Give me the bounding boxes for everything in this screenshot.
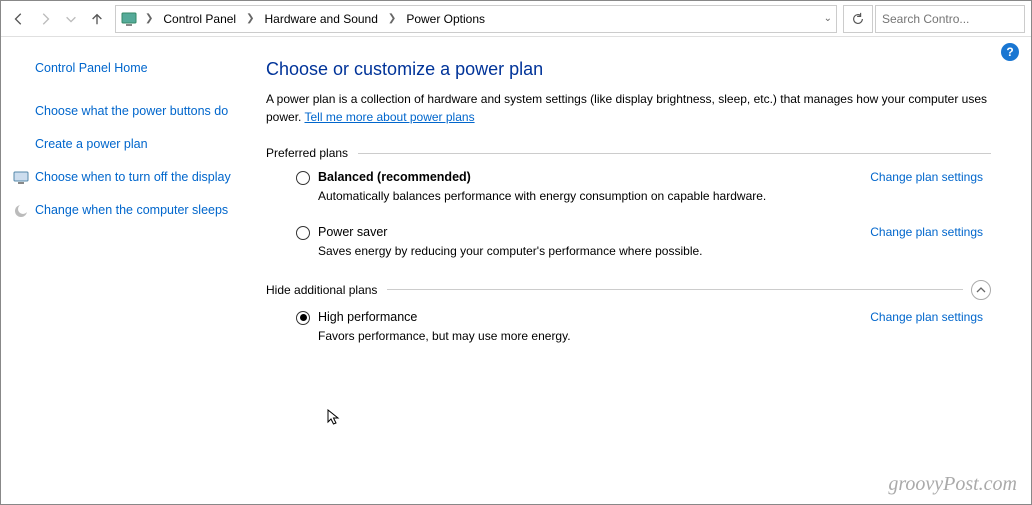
chevron-down-icon[interactable]: ⌄	[824, 13, 832, 24]
plan-name: Power saver	[318, 225, 387, 239]
main-content: ? Choose or customize a power plan A pow…	[256, 37, 1031, 504]
plan-description: Favors performance, but may use more ene…	[318, 328, 991, 345]
control-panel-icon	[120, 10, 138, 28]
recent-dropdown[interactable]	[59, 7, 83, 31]
page-description: A power plan is a collection of hardware…	[266, 90, 991, 126]
section-label: Preferred plans	[266, 146, 358, 160]
plan-description: Automatically balances performance with …	[318, 188, 991, 205]
sidebar: Control Panel Home Choose what the power…	[1, 37, 256, 504]
section-label: Hide additional plans	[266, 283, 387, 297]
refresh-button[interactable]	[843, 5, 873, 33]
breadcrumb-item[interactable]: Hardware and Sound	[262, 10, 381, 28]
change-plan-settings-link[interactable]: Change plan settings	[870, 310, 991, 324]
sidebar-link-sleep[interactable]: Change when the computer sleeps	[35, 202, 244, 219]
plan-description: Saves energy by reducing your computer's…	[318, 243, 991, 260]
chevron-right-icon[interactable]: ❯	[385, 13, 399, 24]
plan-balanced: Balanced (recommended) Change plan setti…	[296, 170, 991, 205]
breadcrumb-item[interactable]: Power Options	[403, 10, 488, 28]
radio-power-saver[interactable]	[296, 226, 310, 240]
tell-me-more-link[interactable]: Tell me more about power plans	[304, 110, 474, 124]
sidebar-link-label: Create a power plan	[35, 137, 148, 151]
watermark: groovyPost.com	[888, 473, 1017, 496]
breadcrumb-item[interactable]: Control Panel	[160, 10, 239, 28]
breadcrumb-box[interactable]: ❯ Control Panel ❯ Hardware and Sound ❯ P…	[115, 5, 837, 33]
plan-name: High performance	[318, 310, 417, 324]
page-title: Choose or customize a power plan	[266, 59, 991, 80]
address-bar: ❯ Control Panel ❯ Hardware and Sound ❯ P…	[1, 1, 1031, 37]
chevron-right-icon[interactable]: ❯	[142, 13, 156, 24]
sidebar-link-label: Choose what the power buttons do	[35, 104, 228, 118]
plan-high-performance: High performance Change plan settings Fa…	[296, 310, 991, 345]
sidebar-link-turn-off-display[interactable]: Choose when to turn off the display	[35, 169, 244, 186]
radio-high-performance[interactable]	[296, 311, 310, 325]
monitor-icon	[13, 170, 29, 186]
change-plan-settings-link[interactable]: Change plan settings	[870, 170, 991, 184]
moon-icon	[13, 203, 29, 219]
radio-balanced[interactable]	[296, 171, 310, 185]
help-button[interactable]: ?	[1001, 43, 1019, 61]
section-header-preferred: Preferred plans	[266, 146, 991, 160]
change-plan-settings-link[interactable]: Change plan settings	[870, 225, 991, 239]
sidebar-link-label: Choose when to turn off the display	[35, 170, 231, 184]
sidebar-link-create-plan[interactable]: Create a power plan	[35, 136, 244, 153]
section-header-additional: Hide additional plans	[266, 280, 991, 300]
plan-name: Balanced (recommended)	[318, 170, 471, 184]
search-input[interactable]	[882, 12, 1032, 26]
up-button[interactable]	[85, 7, 109, 31]
forward-button[interactable]	[33, 7, 57, 31]
collapse-button[interactable]	[971, 280, 991, 300]
control-panel-home-link[interactable]: Control Panel Home	[35, 61, 244, 75]
plan-power-saver: Power saver Change plan settings Saves e…	[296, 225, 991, 260]
sidebar-link-power-buttons[interactable]: Choose what the power buttons do	[35, 103, 244, 120]
back-button[interactable]	[7, 7, 31, 31]
sidebar-link-label: Change when the computer sleeps	[35, 203, 228, 217]
chevron-right-icon[interactable]: ❯	[243, 13, 257, 24]
search-box[interactable]	[875, 5, 1025, 33]
